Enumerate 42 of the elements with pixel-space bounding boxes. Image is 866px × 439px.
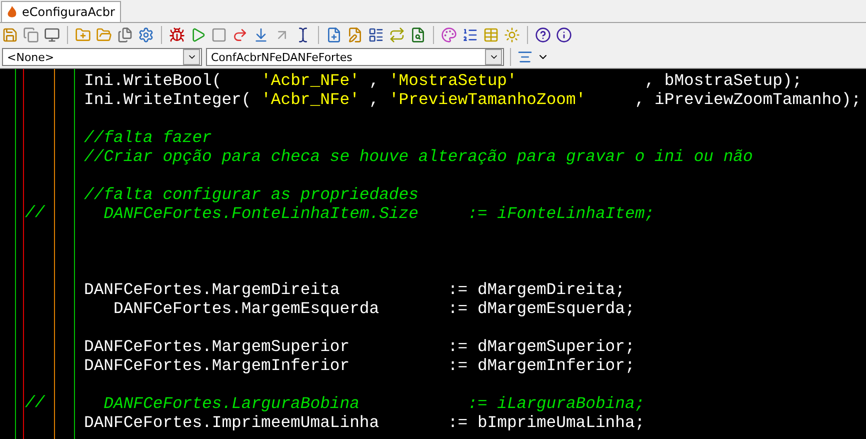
help-icon[interactable] bbox=[535, 26, 551, 42]
code-line: //falta fazer bbox=[84, 126, 212, 146]
gear-icon[interactable] bbox=[138, 26, 154, 42]
repeat-icon[interactable] bbox=[389, 26, 405, 42]
new-file-icon[interactable] bbox=[326, 26, 342, 42]
sun-icon[interactable] bbox=[504, 26, 520, 42]
folder-plus-icon[interactable] bbox=[75, 26, 91, 42]
play-icon[interactable] bbox=[190, 26, 206, 42]
save-icon[interactable] bbox=[2, 26, 18, 42]
table-icon[interactable] bbox=[483, 26, 499, 42]
palette-icon[interactable] bbox=[441, 26, 457, 42]
selector-dropdown[interactable]: <None> bbox=[2, 48, 202, 66]
align-icon[interactable] bbox=[517, 49, 533, 65]
code-line: //Criar opção para checa se houve alteração para gravar o ini ou não bbox=[84, 146, 753, 166]
edit-icon[interactable] bbox=[347, 26, 363, 42]
dropdown-caret-icon[interactable] bbox=[485, 49, 502, 65]
redo-icon[interactable] bbox=[232, 26, 248, 42]
bug-icon[interactable] bbox=[169, 26, 185, 42]
comment-mark: // bbox=[25, 203, 45, 222]
code-line: DANFCeFortes.MargemSuperior := dMargemSuperior; bbox=[84, 336, 635, 356]
file-search-icon[interactable] bbox=[410, 26, 426, 42]
stop-icon[interactable] bbox=[211, 26, 227, 42]
ordered-list-icon[interactable] bbox=[462, 26, 478, 42]
code-line: //falta configurar as propriedades bbox=[84, 184, 418, 204]
code-line: DANFCeFortes.MargemDireita := dMargemDireita; bbox=[84, 278, 625, 298]
selector-dropdown[interactable]: ConfAcbrNFeDANFeFortes bbox=[206, 48, 504, 66]
info-icon[interactable] bbox=[556, 26, 572, 42]
files-icon[interactable] bbox=[117, 26, 133, 42]
folder-icon[interactable] bbox=[96, 26, 112, 42]
code-line: Ini.WriteInteger( 'Acbr_NFe' , 'PreviewTamanhoZoom' , iPreviewZoomTamanho); bbox=[84, 88, 862, 108]
dropdown-caret-icon[interactable] bbox=[183, 49, 200, 65]
code-line: DANFCeFortes.MargemEsquerda := dMargemEsquerda; bbox=[112, 298, 635, 318]
code-line: DANFCeFortes.LarguraBobina := iLarguraBobina; bbox=[102, 392, 645, 412]
code-line: DANFCeFortes.ImprimeemUmaLinha := bImprimeUmaLinha; bbox=[84, 412, 645, 432]
monitor-icon[interactable] bbox=[44, 26, 60, 42]
code-line: DANFCeFortes.MargemInferior := dMargemInferior; bbox=[84, 354, 635, 374]
code-line: DANFCeFortes.FonteLinhaItem.Size := iFonteLinhaItem; bbox=[102, 202, 654, 222]
copy-icon[interactable] bbox=[23, 26, 39, 42]
list-icon[interactable] bbox=[368, 26, 384, 42]
document-tab[interactable]: eConfiguraAcbr bbox=[1, 1, 121, 22]
comment-mark: // bbox=[25, 393, 45, 412]
code-line: Ini.WriteBool( 'Acbr_NFe' , 'MostraSetup' , bMostraSetup); bbox=[84, 70, 802, 90]
